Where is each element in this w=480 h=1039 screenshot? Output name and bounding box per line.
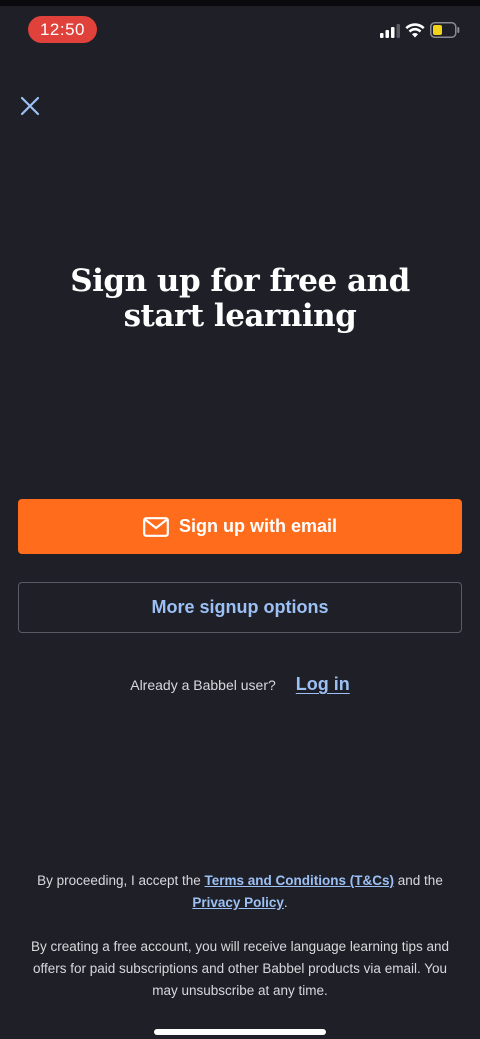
privacy-policy-link[interactable]: Privacy Policy [192, 895, 284, 910]
status-time: 12:50 [28, 16, 97, 43]
more-signup-options-label: More signup options [151, 597, 329, 617]
consent-middle: and the [394, 873, 443, 888]
signup-screen: 12:50 Sign up for free and start learnin… [0, 0, 480, 1039]
login-prompt: Already a Babbel user? [130, 676, 276, 693]
cellular-signal-icon [380, 24, 400, 38]
signup-email-button[interactable]: Sign up with email [18, 499, 462, 554]
page-title-line-1: Sign up for free and [70, 263, 410, 299]
login-row: Already a Babbel user? Log in [0, 674, 480, 695]
consent-prefix: By proceeding, I accept the [37, 873, 205, 888]
close-icon [20, 96, 40, 116]
page-title: Sign up for free and start learning [40, 264, 440, 334]
login-link[interactable]: Log in [296, 674, 350, 695]
more-signup-options-button[interactable]: More signup options [18, 582, 462, 633]
close-button[interactable] [14, 90, 46, 122]
terms-consent-text: By proceeding, I accept the Terms and Co… [20, 870, 460, 914]
signup-email-label: Sign up with email [178, 516, 337, 536]
home-indicator[interactable] [154, 1029, 326, 1035]
status-bar: 12:50 [0, 12, 480, 46]
wifi-icon [405, 23, 425, 38]
marketing-notice: By creating a free account, you will rec… [31, 939, 449, 998]
consent-suffix: . [283, 895, 288, 910]
mail-icon [143, 516, 169, 537]
battery-low-icon [430, 22, 460, 38]
page-title-line-2: start learning [123, 298, 357, 334]
terms-link[interactable]: Terms and Conditions (T&Cs) [205, 873, 395, 888]
